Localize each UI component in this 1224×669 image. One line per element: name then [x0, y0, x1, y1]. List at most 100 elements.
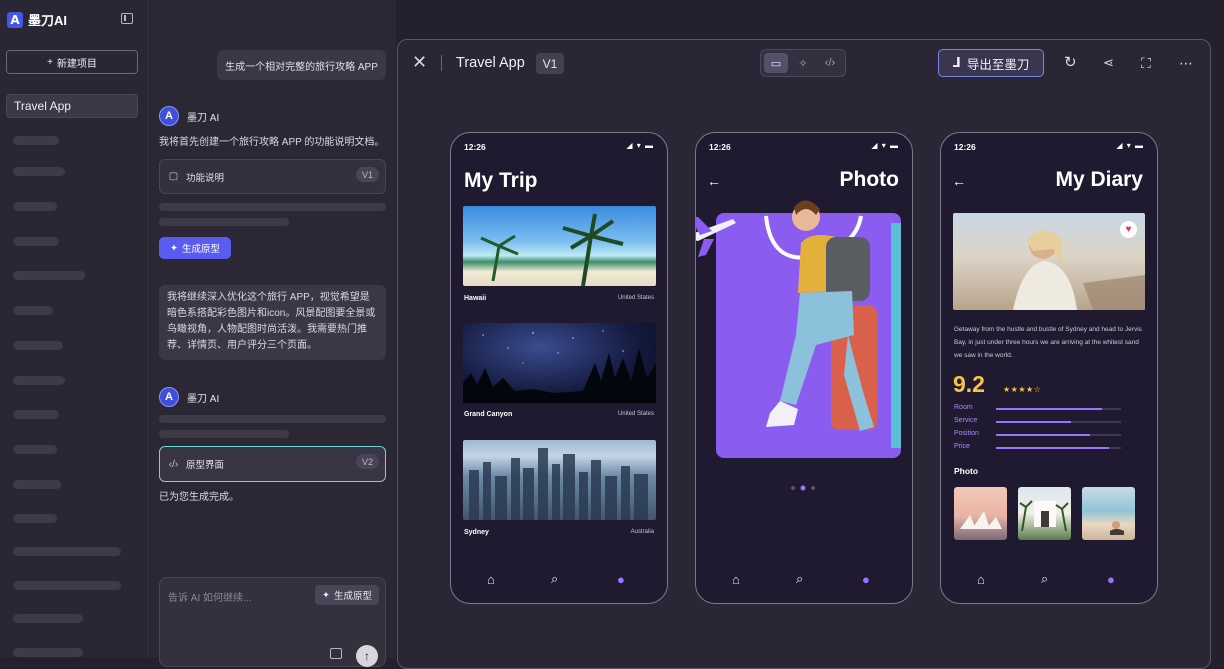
- home-icon[interactable]: ⌂: [977, 572, 985, 587]
- sidebar-collapse-icon[interactable]: [121, 13, 133, 24]
- export-button[interactable]: ᒧ 导出至墨刀: [938, 49, 1044, 77]
- user-icon[interactable]: ●: [862, 572, 870, 587]
- prototype-card[interactable]: ‹/› 原型界面 V2: [159, 446, 386, 482]
- palm-tree-icon: [480, 213, 624, 287]
- preview-mode-icon[interactable]: ▭: [764, 53, 788, 73]
- page-title: Photo: [839, 168, 899, 191]
- sydney-image[interactable]: [463, 440, 656, 520]
- sparkle-icon: ✦: [170, 242, 178, 254]
- home-icon[interactable]: ⌂: [732, 572, 740, 587]
- rating-row: Position: [954, 430, 1124, 440]
- search-icon[interactable]: ⌕: [796, 571, 803, 587]
- opera-house-thumbnail[interactable]: [954, 487, 1007, 540]
- home-icon[interactable]: ⌂: [487, 572, 495, 587]
- search-icon[interactable]: ⌕: [551, 571, 558, 587]
- project-placeholder: [13, 271, 85, 280]
- version-badge: V1: [355, 167, 379, 182]
- night-forest-icon: [463, 330, 656, 403]
- ai-header: A 墨刀 AI: [159, 106, 219, 126]
- project-placeholder: [13, 376, 65, 385]
- sparkle-icon: ✦: [322, 589, 330, 601]
- project-placeholder: [13, 237, 59, 246]
- ai-avatar-icon: A: [159, 387, 179, 407]
- code-mode-icon[interactable]: ‹/›: [818, 53, 842, 73]
- project-placeholder: [13, 341, 63, 350]
- project-placeholder: [13, 480, 61, 489]
- destination-name: Grand Canyon: [464, 411, 513, 418]
- ai-name: 墨刀 AI: [187, 393, 220, 405]
- share-icon[interactable]: ⋖: [1103, 54, 1114, 72]
- grand-canyon-image[interactable]: [463, 323, 656, 403]
- project-placeholder: [13, 514, 57, 523]
- back-arrow-icon[interactable]: ←: [707, 173, 721, 189]
- divider: [441, 55, 442, 71]
- destination-country: United States: [617, 295, 654, 301]
- rating-fill: [996, 421, 1071, 423]
- new-project-button[interactable]: + 新建项目: [6, 50, 138, 74]
- chat-input-box[interactable]: 告诉 AI 如何继续... ✦ 生成原型 ↑: [159, 577, 386, 667]
- star-rating-icon: ★★★★☆: [1003, 385, 1042, 394]
- new-project-label: 新建项目: [56, 58, 97, 70]
- text-placeholder: [159, 415, 386, 423]
- rating-fill: [996, 434, 1090, 436]
- pool-thumbnail[interactable]: [1082, 487, 1135, 540]
- airplane-icon: [696, 217, 736, 257]
- ai-name: 墨刀 AI: [187, 112, 220, 124]
- hawaii-image[interactable]: [463, 206, 656, 287]
- refresh-icon[interactable]: ↻: [1064, 54, 1077, 72]
- project-placeholder: [13, 648, 83, 657]
- rating-label: Price: [954, 443, 970, 450]
- send-button[interactable]: ↑: [356, 645, 378, 667]
- status-icons: ◢ ▾ ▬: [1116, 141, 1144, 150]
- close-icon[interactable]: ✕: [412, 53, 427, 71]
- heart-icon[interactable]: ♥: [1120, 221, 1137, 238]
- prototype-card-label: 原型界面: [186, 460, 225, 471]
- skyline-icon: [469, 448, 648, 520]
- user-icon[interactable]: ●: [1107, 572, 1115, 587]
- more-icon[interactable]: ⋯: [1179, 54, 1194, 72]
- user-icon[interactable]: ●: [617, 572, 625, 587]
- rating-label: Position: [954, 430, 979, 437]
- generate-prototype-label: 生成原型: [181, 244, 220, 255]
- rating-score: 9.2: [953, 371, 985, 397]
- status-icons: ◢ ▾ ▬: [626, 141, 654, 150]
- carousel-dots: [790, 478, 820, 491]
- app-logo[interactable]: A 墨刀AI: [7, 10, 67, 29]
- project-placeholder: [13, 547, 121, 556]
- generate-prototype-button[interactable]: ✦ 生成原型: [159, 237, 231, 259]
- rating-label: Service: [954, 417, 978, 424]
- rating-track: [996, 408, 1121, 410]
- modao-logo-icon: ᒧ: [952, 55, 961, 70]
- phone-photo: 12:26 ◢ ▾ ▬ ← Photo ⌂ ⌕ ●: [695, 132, 913, 604]
- project-placeholder: [13, 306, 53, 315]
- destination-name: Hawaii: [464, 295, 487, 302]
- search-icon[interactable]: ⌕: [1041, 571, 1048, 587]
- status-icons: ◢ ▾ ▬: [871, 141, 899, 150]
- rating-label: Room: [954, 404, 973, 411]
- chat-input[interactable]: 告诉 AI 如何继续...: [168, 589, 251, 604]
- export-label: 导出至墨刀: [966, 57, 1030, 72]
- diary-text: Getaway from the hustle and bustle of Sy…: [954, 326, 1142, 359]
- preview-panel: ✕ Travel App V1 ▭ ✧ ‹/› ᒧ 导出至墨刀 ↻ ⋖ ⛶ ⋯ …: [397, 39, 1211, 669]
- woman-portrait: [1013, 230, 1145, 310]
- ai-message: 已为您生成完成。: [159, 492, 239, 503]
- select-mode-icon[interactable]: ✧: [791, 53, 815, 73]
- user-message: 我将继续深入优化这个旅行 APP，视觉希望是暗色系搭配彩色图片和icon。风景配…: [159, 285, 386, 360]
- version-badge[interactable]: V1: [536, 53, 564, 74]
- sidebar-item-current-project[interactable]: Travel App: [6, 94, 138, 118]
- input-generate-label: 生成原型: [333, 591, 372, 602]
- rating-track: [996, 434, 1121, 436]
- status-time: 12:26: [709, 142, 731, 152]
- fullscreen-icon[interactable]: ⛶: [1141, 54, 1151, 72]
- rating-track: [996, 421, 1121, 423]
- rating-row: Room: [954, 404, 1124, 414]
- image-upload-icon[interactable]: [330, 648, 342, 659]
- app-name: 墨刀AI: [28, 13, 68, 28]
- logo-mark-icon: A: [7, 11, 23, 28]
- villa-thumbnail[interactable]: [1018, 487, 1071, 540]
- back-arrow-icon[interactable]: ←: [952, 173, 966, 189]
- input-generate-button[interactable]: ✦ 生成原型: [315, 585, 379, 605]
- plus-icon: +: [47, 56, 53, 68]
- doc-card[interactable]: ▢ 功能说明 V1: [159, 159, 386, 194]
- diary-hero-image[interactable]: ♥: [953, 213, 1145, 310]
